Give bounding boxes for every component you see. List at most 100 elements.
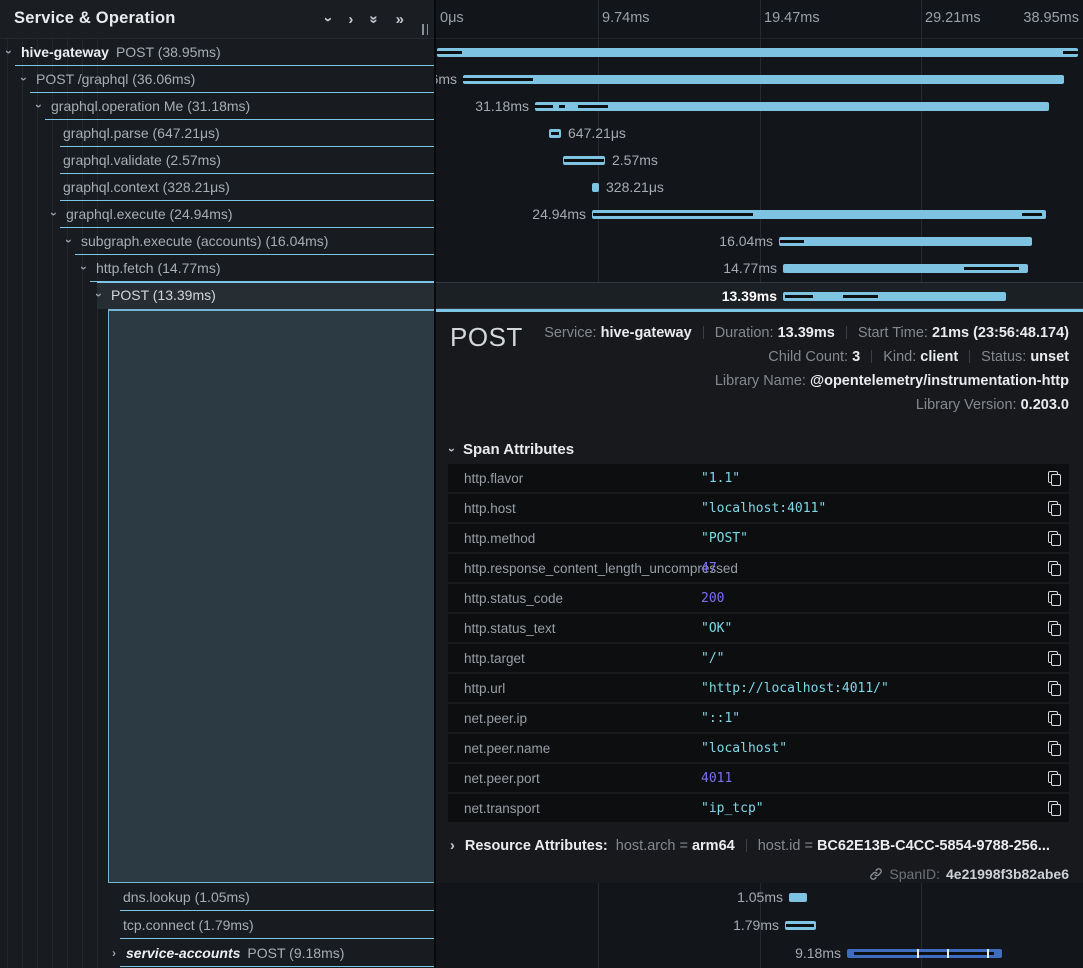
- span-name-label: graphql.validate (2.57ms): [63, 152, 221, 168]
- chevron-down-icon[interactable]: ›: [32, 104, 46, 108]
- critical-path-segment: [854, 952, 994, 955]
- span-bar-row[interactable]: 31.18ms: [436, 93, 1083, 120]
- span-tree-row[interactable]: ›http.fetch (14.77ms): [0, 255, 434, 282]
- span-duration-bar[interactable]: [463, 75, 1064, 84]
- span-row-underline: [120, 910, 434, 911]
- copy-icon[interactable]: [1048, 621, 1061, 636]
- resource-attributes-toggle[interactable]: ›Resource Attributes: host.arch = arm64h…: [450, 838, 1050, 854]
- copy-icon[interactable]: [1048, 681, 1061, 696]
- attribute-row: http.flavor"1.1": [448, 464, 1069, 492]
- critical-path-segment: [564, 159, 604, 162]
- span-name-label: graphql.context (328.21μs): [63, 179, 230, 195]
- span-tree-row[interactable]: ›subgraph.execute (accounts) (16.04ms): [0, 228, 434, 255]
- copy-icon[interactable]: [1048, 531, 1061, 546]
- copy-icon[interactable]: [1048, 651, 1061, 666]
- span-tree-row[interactable]: ›graphql.execute (24.94ms): [0, 201, 434, 228]
- span-duration-bar[interactable]: [779, 237, 1032, 246]
- chevron-down-icon[interactable]: ›: [47, 212, 61, 216]
- attribute-value: "/": [701, 651, 1039, 666]
- copy-icon[interactable]: [1048, 471, 1061, 486]
- attribute-value: "localhost": [701, 741, 1039, 756]
- attribute-key: http.method: [448, 531, 701, 546]
- copy-icon[interactable]: [1048, 561, 1061, 576]
- attribute-value: 200: [701, 591, 1039, 606]
- span-tree-row[interactable]: ›POST (13.39ms): [0, 282, 434, 309]
- span-bar-row[interactable]: 13.39ms: [436, 282, 1083, 309]
- span-tree-row[interactable]: ›hive-gatewayPOST (38.95ms): [0, 39, 434, 66]
- chevron-down-icon[interactable]: ›: [92, 293, 106, 297]
- field-label: Child Count:: [768, 349, 852, 365]
- span-bar-row[interactable]: 2.57ms: [436, 147, 1083, 174]
- span-overview-line: Service: hive-gatewayDuration: 13.39msSt…: [544, 325, 1069, 349]
- resource-value: arm64: [692, 838, 735, 854]
- attribute-row: http.method"POST": [448, 524, 1069, 552]
- span-tree-row[interactable]: ›service-accountsPOST (9.18ms): [0, 940, 434, 967]
- chevron-down-icon[interactable]: ›: [321, 17, 336, 22]
- copy-icon[interactable]: [1048, 591, 1061, 606]
- copy-icon[interactable]: [1048, 711, 1061, 726]
- critical-path-segment: [843, 295, 878, 298]
- chevron-right-icon[interactable]: ›: [348, 12, 353, 27]
- field-value: unset: [1030, 349, 1069, 365]
- child-span-tick: [917, 949, 919, 958]
- span-bar-row[interactable]: 328.21μs: [436, 174, 1083, 201]
- span-duration-bar[interactable]: [785, 921, 816, 930]
- copy-icon[interactable]: [1048, 741, 1061, 756]
- span-bar-row[interactable]: 24.94ms: [436, 201, 1083, 228]
- field-label: Library Name:: [715, 373, 810, 389]
- span-id-line: SpanID: 4e21998f3b82abe6: [869, 866, 1069, 882]
- field-label: Kind:: [883, 349, 920, 365]
- span-tree-row[interactable]: graphql.context (328.21μs): [0, 174, 434, 201]
- span-tree-row[interactable]: ›graphql.operation Me (31.18ms): [0, 93, 434, 120]
- copy-icon[interactable]: [1048, 501, 1061, 516]
- critical-path-segment: [578, 105, 608, 108]
- span-detail-title: POST: [450, 322, 523, 353]
- span-duration-bar[interactable]: [563, 156, 605, 165]
- double-chevron-down-icon[interactable]: »: [367, 15, 382, 23]
- chevron-down-icon[interactable]: ›: [17, 77, 31, 81]
- field-label: Service:: [544, 325, 600, 341]
- chevron-right-icon[interactable]: ›: [112, 946, 116, 960]
- panel-resize-grip[interactable]: [422, 24, 428, 35]
- span-tree-row[interactable]: tcp.connect (1.79ms): [0, 912, 434, 939]
- span-tree-row[interactable]: graphql.validate (2.57ms): [0, 147, 434, 174]
- span-duration-bar[interactable]: [592, 210, 1046, 219]
- span-bar-row[interactable]: 14.77ms: [436, 255, 1083, 282]
- span-duration-bar[interactable]: [783, 292, 1006, 301]
- bar-duration-label: 2.57ms: [612, 152, 658, 168]
- copy-icon[interactable]: [1048, 771, 1061, 786]
- span-duration-bar[interactable]: [592, 183, 599, 192]
- span-bar-row[interactable]: 1.79ms: [436, 912, 1083, 939]
- chevron-down-icon[interactable]: ›: [62, 239, 76, 243]
- span-bar-row[interactable]: [436, 39, 1083, 66]
- attribute-key: http.flavor: [448, 471, 701, 486]
- field-value: 13.39ms: [778, 325, 835, 341]
- attribute-row: http.url"http://localhost:4011/": [448, 674, 1069, 702]
- attribute-key: http.status_text: [448, 621, 701, 636]
- span-duration-bar[interactable]: [789, 893, 807, 902]
- span-id-value: 4e21998f3b82abe6: [946, 866, 1069, 882]
- span-duration-bar[interactable]: [437, 48, 1078, 57]
- span-duration-bar[interactable]: [847, 949, 1002, 958]
- trace-timeline-view: Service & Operation ››»» ›hive-gatewayPO…: [0, 0, 1083, 968]
- double-chevron-right-icon[interactable]: »: [396, 12, 404, 27]
- chevron-down-icon[interactable]: ›: [77, 266, 91, 270]
- attribute-key: net.peer.name: [448, 741, 701, 756]
- copy-icon[interactable]: [1048, 801, 1061, 816]
- attribute-row: net.peer.port4011: [448, 764, 1069, 792]
- span-duration-bar[interactable]: [783, 264, 1028, 273]
- span-tree-row[interactable]: dns.lookup (1.05ms): [0, 884, 434, 911]
- span-attributes-section-toggle[interactable]: ›Span Attributes: [450, 441, 574, 458]
- chevron-down-icon[interactable]: ›: [2, 50, 16, 54]
- span-bar-row[interactable]: 9.18ms: [436, 940, 1083, 967]
- span-tree-row[interactable]: ›POST /graphql (36.06ms): [0, 66, 434, 93]
- span-tree-row[interactable]: graphql.parse (647.21μs): [0, 120, 434, 147]
- span-bar-row[interactable]: 647.21μs: [436, 120, 1083, 147]
- span-bar-row[interactable]: 16.04ms: [436, 228, 1083, 255]
- span-row-underline: [120, 938, 434, 939]
- span-bar-row[interactable]: 36.06ms: [436, 66, 1083, 93]
- span-bar-row[interactable]: 1.05ms: [436, 884, 1083, 911]
- span-duration-bar[interactable]: [535, 102, 1049, 111]
- attribute-key: http.url: [448, 681, 701, 696]
- span-duration-bar[interactable]: [549, 129, 561, 138]
